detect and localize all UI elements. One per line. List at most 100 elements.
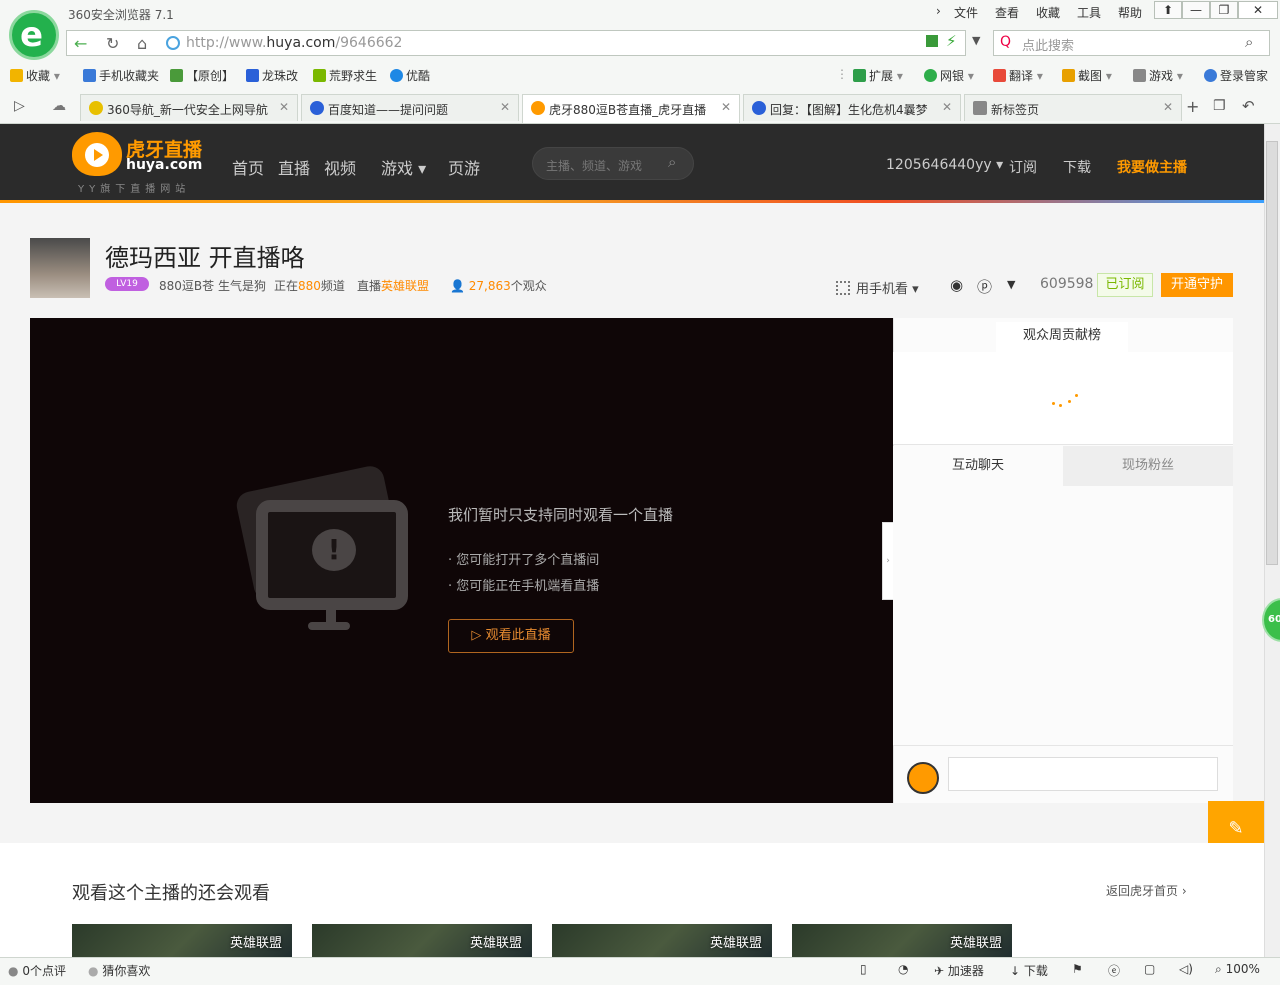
paw-icon (246, 69, 259, 82)
recommend-card[interactable]: 英雄联盟 (552, 924, 772, 957)
downloads[interactable]: ↓ 下载 (1010, 962, 1048, 979)
tab-weekly-rank[interactable]: 观众周贡献榜 (996, 322, 1128, 352)
ie-mode-icon[interactable]: ⓔ (1108, 962, 1120, 979)
recommend-card[interactable]: 英雄联盟 (312, 924, 532, 957)
tool-login[interactable]: 登录管家 (1204, 67, 1268, 84)
guess-you-like[interactable]: ● 猜你喜欢 (88, 962, 150, 979)
tab-360-nav[interactable]: 360导航_新一代安全上网导航 ✕ (80, 94, 298, 121)
user-menu[interactable]: 1205646440yy ▾ (886, 157, 1003, 173)
accelerator[interactable]: ✈ 加速器 (934, 962, 984, 979)
close-tab-icon[interactable]: ✕ (721, 100, 731, 114)
tab-reply[interactable]: 回复：【图解】生化危机4曩梦 ✕ (743, 94, 961, 121)
download-link[interactable]: 下载 (1063, 157, 1091, 177)
nav-live[interactable]: 直播 (278, 155, 310, 179)
tool-games[interactable]: 游戏 ▾ (1133, 67, 1183, 84)
qrcode-icon (836, 281, 850, 295)
guard-button[interactable]: 开通守护 (1161, 273, 1233, 297)
bookmark-wild[interactable]: 荒野求生 (313, 67, 377, 84)
chat-messages (893, 486, 1233, 746)
bookmark-favorites[interactable]: 收藏 ▾ (10, 67, 60, 84)
translate-status-icon[interactable]: ⚑ (1072, 962, 1083, 976)
close-tab-icon[interactable]: ✕ (942, 100, 952, 114)
menu-help[interactable]: 帮助 (1118, 4, 1142, 21)
streamer-name: 880逗B苍 生气是狗 (159, 279, 266, 293)
weibo-share-icon[interactable]: ◉ (950, 276, 963, 294)
browser-mode-icon[interactable]: ◔ (898, 962, 908, 976)
menu-favorites[interactable]: 收藏 (1036, 4, 1060, 21)
nav-video[interactable]: 视频 (324, 155, 356, 179)
tab-new[interactable]: 新标签页 ✕ (964, 94, 1182, 121)
sidebar-toggle-icon[interactable]: ▷ (14, 98, 25, 114)
browser-logo-icon: e (9, 10, 59, 60)
subscribe-link[interactable]: 订阅 (1009, 157, 1037, 177)
site-icon (166, 36, 180, 50)
window-icon[interactable]: ▢ (1144, 962, 1155, 976)
scissors-icon (1062, 69, 1075, 82)
back-home-link[interactable]: 返回虎牙首页 › (1106, 882, 1187, 899)
skin-button[interactable]: ⬆ (1154, 1, 1182, 19)
nav-games[interactable]: 游戏 ▾ (381, 155, 426, 179)
huya-logo-icon[interactable] (72, 132, 122, 176)
volume-icon[interactable]: ◁) (1179, 962, 1193, 976)
back-icon[interactable]: ← (74, 34, 87, 53)
new-tab-icon[interactable]: + (1186, 97, 1199, 116)
bookmark-dragonball[interactable]: 龙珠改 (246, 67, 298, 84)
maximize-button[interactable]: ❐ (1210, 1, 1238, 19)
plane-icon: ✈ (934, 964, 945, 978)
url-text[interactable]: http://www.huya.com/9646662 (186, 35, 402, 51)
speed-icon[interactable]: ⚡ (946, 32, 957, 50)
search-icon[interactable]: ⌕ (668, 153, 676, 171)
mobile-icon[interactable]: ▯ (860, 962, 867, 976)
subscribed-button[interactable]: 已订阅 (1097, 273, 1153, 297)
nav-home[interactable]: 首页 (232, 155, 264, 179)
menu-view[interactable]: 查看 (995, 4, 1019, 21)
bookmark-youku[interactable]: 优酷 (390, 67, 430, 84)
dropdown-icon[interactable]: ▼ (972, 34, 980, 47)
scrollbar-thumb[interactable] (1266, 141, 1278, 565)
refresh-icon[interactable]: ↻ (106, 34, 119, 53)
tool-screenshot[interactable]: 截图 ▾ (1062, 67, 1112, 84)
tab-chat[interactable]: 互动聊天 (893, 446, 1063, 486)
streamer-avatar[interactable] (30, 238, 90, 298)
become-streamer-link[interactable]: 我要做主播 (1117, 157, 1187, 177)
game-info[interactable]: 直播英雄联盟 (357, 277, 429, 294)
zoom-level[interactable]: ⌕ 100% (1215, 962, 1260, 977)
rabbit-icon (170, 69, 183, 82)
menu-file[interactable]: 文件 (954, 4, 978, 21)
search-icon[interactable]: ⌕ (1245, 33, 1253, 51)
tab-list-icon[interactable]: ❐ (1213, 98, 1226, 114)
watch-live-button[interactable]: ▷ 观看此直播 (448, 619, 574, 653)
cloud-icon[interactable]: ☁ (52, 98, 66, 114)
bookmark-original[interactable]: 【原创】 (170, 67, 234, 84)
undo-close-icon[interactable]: ↶ (1242, 97, 1255, 115)
tab-fans[interactable]: 现场粉丝 (1063, 446, 1233, 486)
comment-icon: ● (8, 964, 19, 978)
tab-baidu-zhidao[interactable]: 百度知道——提问问题 ✕ (301, 94, 519, 121)
recommend-card[interactable]: 英雄联盟 (72, 924, 292, 957)
share-icon[interactable]: ⓟ (977, 276, 992, 297)
tab-huya[interactable]: 虎牙880逗B苍直播_虎牙直播 ✕ (522, 94, 740, 123)
qrcode-icon[interactable] (926, 35, 938, 47)
close-tab-icon[interactable]: ✕ (279, 100, 289, 114)
tool-extensions[interactable]: 扩展 ▾ (853, 67, 903, 84)
menu-tools[interactable]: 工具 (1077, 4, 1101, 21)
share-more-icon[interactable]: ▼ (1007, 278, 1015, 291)
close-tab-icon[interactable]: ✕ (500, 100, 510, 114)
close-tab-icon[interactable]: ✕ (1163, 100, 1173, 114)
menu-arrow-icon[interactable]: › (936, 4, 941, 18)
tool-ebank[interactable]: 网银 ▾ (924, 67, 974, 84)
recommend-card[interactable]: 英雄联盟 (792, 924, 1012, 957)
home-icon[interactable]: ⌂ (137, 34, 147, 53)
room-title: 德玛西亚 开直播咯 (105, 244, 305, 272)
tool-translate[interactable]: 翻译 ▾ (993, 67, 1043, 84)
nav-webgames[interactable]: 页游 (448, 155, 480, 179)
close-button[interactable]: ✕ (1238, 1, 1278, 19)
review-count[interactable]: ● 0个点评 (8, 962, 66, 979)
channel-info[interactable]: 正在880频道 (274, 277, 345, 294)
chat-input[interactable] (948, 757, 1218, 791)
minimize-button[interactable]: — (1182, 1, 1210, 19)
huya-tagline: YY旗下直播网站 (78, 184, 191, 195)
mobile-watch-button[interactable]: 用手机看 ▾ (836, 278, 919, 297)
bookmark-mobile[interactable]: 手机收藏夹 (83, 67, 159, 84)
search-engine-icon[interactable]: Q (1000, 34, 1011, 50)
